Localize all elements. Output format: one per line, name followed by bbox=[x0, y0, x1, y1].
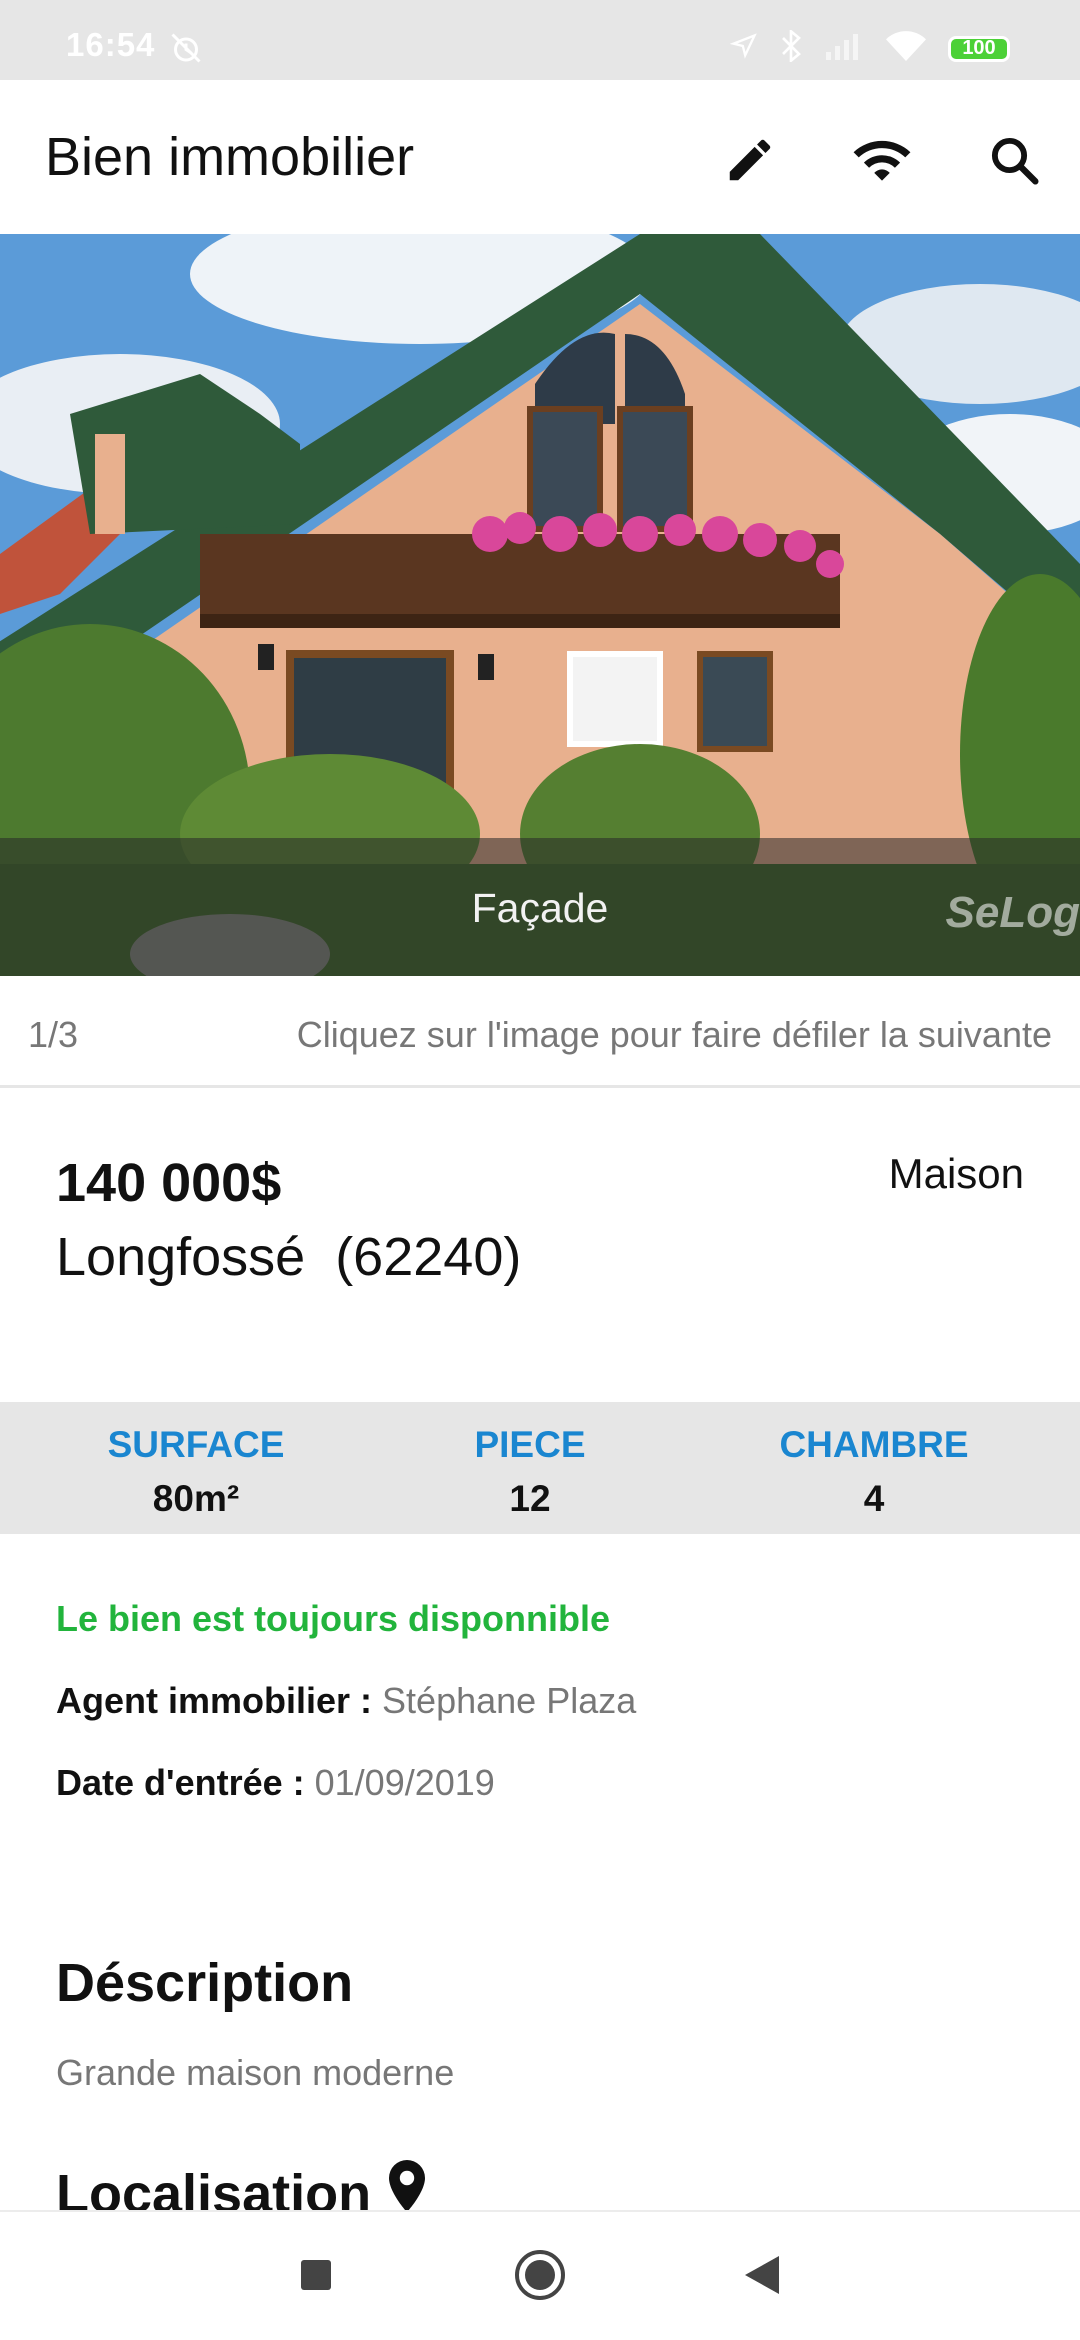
stat-surface: SURFACE 80m² bbox=[46, 1424, 346, 1520]
photo-caption: Façade bbox=[471, 885, 609, 931]
description-text: Grande maison moderne bbox=[56, 2052, 455, 2093]
status-icons: 100 bbox=[729, 28, 1010, 67]
app-bar: Bien immobilier bbox=[0, 80, 1080, 234]
back-triangle-icon bbox=[743, 2254, 781, 2301]
edit-button[interactable] bbox=[718, 130, 782, 194]
property-photo[interactable]: Façade SeLog bbox=[0, 234, 1080, 976]
stats-band: SURFACE 80m² PIECE 12 CHAMBRE 4 bbox=[0, 1402, 1080, 1534]
home-button[interactable] bbox=[500, 2242, 580, 2312]
wifi-button[interactable] bbox=[850, 130, 914, 194]
search-button[interactable] bbox=[982, 130, 1046, 194]
status-bar: 16:54 100 bbox=[0, 0, 1080, 80]
back-button[interactable] bbox=[722, 2242, 802, 2312]
listing-price: 140 000$ bbox=[56, 1153, 282, 1213]
stat-label: PIECE bbox=[474, 1424, 586, 1465]
edit-icon bbox=[723, 133, 777, 192]
signal-icon bbox=[824, 32, 864, 65]
stat-value: 12 bbox=[509, 1478, 551, 1519]
gallery-hint: Cliquez sur l'image pour faire défiler l… bbox=[296, 1014, 1052, 1055]
system-nav-bar bbox=[0, 2210, 1080, 2340]
status-time: 16:54 bbox=[66, 26, 156, 63]
listing-city: Longfossé (62240) bbox=[56, 1227, 522, 1287]
stat-chambre: CHAMBRE 4 bbox=[724, 1424, 1024, 1520]
location-arrow-icon bbox=[729, 32, 758, 65]
home-circle-icon bbox=[514, 2249, 566, 2306]
stat-value: 80m² bbox=[152, 1478, 240, 1519]
listing-type: Maison bbox=[888, 1150, 1024, 1197]
description-title: Déscription bbox=[56, 1953, 354, 2013]
stat-value: 4 bbox=[863, 1478, 885, 1519]
page-title: Bien immobilier bbox=[45, 127, 415, 187]
gallery-pager: 1/3 Cliquez sur l'image pour faire défil… bbox=[0, 976, 1080, 1088]
availability-status: Le bien est toujours disponnible bbox=[56, 1598, 611, 1639]
date-label: Date d'entrée : bbox=[56, 1762, 305, 1803]
bluetooth-icon bbox=[780, 28, 802, 67]
stat-piece: PIECE 12 bbox=[380, 1424, 680, 1520]
recents-button[interactable] bbox=[276, 2242, 356, 2312]
wifi-icon bbox=[851, 129, 913, 196]
search-icon bbox=[987, 133, 1041, 192]
wifi-icon bbox=[886, 31, 926, 66]
stat-label: SURFACE bbox=[107, 1424, 285, 1465]
watermark-logo: SeLog bbox=[945, 888, 1080, 937]
alarm-off-icon bbox=[168, 30, 204, 71]
photo-counter: 1/3 bbox=[28, 1014, 79, 1055]
battery-icon: 100 bbox=[948, 35, 1010, 62]
date-value: 01/09/2019 bbox=[314, 1762, 495, 1803]
agent-value: Stéphane Plaza bbox=[382, 1680, 637, 1721]
recents-square-icon bbox=[299, 2258, 333, 2297]
agent-row: Agent immobilier : Stéphane Plaza bbox=[56, 1680, 636, 1722]
stat-label: CHAMBRE bbox=[779, 1424, 969, 1465]
agent-label: Agent immobilier : bbox=[56, 1680, 373, 1721]
date-row: Date d'entrée : 01/09/2019 bbox=[56, 1762, 495, 1804]
